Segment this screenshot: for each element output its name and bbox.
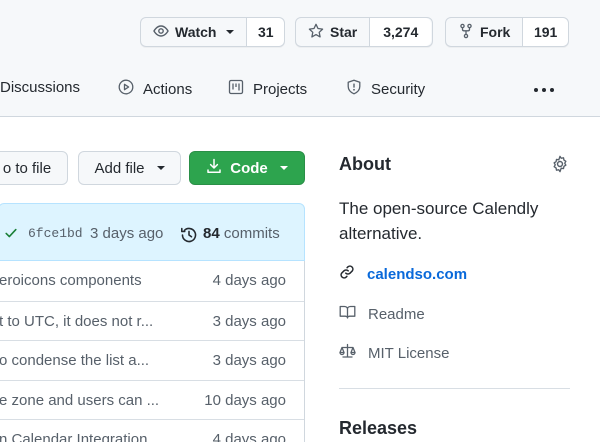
commit-time: 4 days ago bbox=[212, 431, 286, 442]
chevron-down-icon bbox=[226, 30, 235, 34]
table-row: e zone and users can ... 10 days ago bbox=[0, 379, 304, 420]
commit-message[interactable]: e zone and users can ... bbox=[0, 392, 179, 409]
history-icon bbox=[180, 226, 198, 249]
tab-label: Projects bbox=[253, 80, 308, 98]
commit-message[interactable]: o condense the list a... bbox=[0, 352, 179, 369]
table-row: eroicons components 4 days ago bbox=[0, 261, 304, 301]
download-icon bbox=[206, 158, 222, 178]
play-icon bbox=[118, 79, 134, 99]
star-button[interactable]: Star 3,274 bbox=[295, 17, 433, 47]
project-icon bbox=[228, 79, 244, 99]
tab-actions[interactable]: Actions bbox=[118, 79, 192, 99]
shield-icon bbox=[346, 79, 362, 99]
tab-projects[interactable]: Projects bbox=[228, 79, 307, 99]
star-icon bbox=[308, 23, 324, 42]
table-row: n Calendar Integration 4 days ago bbox=[0, 419, 304, 442]
license-label: MIT License bbox=[368, 344, 450, 362]
watch-toggle[interactable]: Watch bbox=[141, 18, 248, 46]
commit-time: 10 days ago bbox=[204, 391, 286, 409]
commit-message[interactable]: n Calendar Integration bbox=[0, 431, 179, 442]
tab-discussions[interactable]: Discussions bbox=[0, 79, 80, 96]
commit-message[interactable]: t to UTC, it does not r... bbox=[0, 313, 179, 330]
tab-label: Security bbox=[371, 80, 426, 98]
watch-button[interactable]: Watch 31 bbox=[140, 17, 285, 47]
tab-security[interactable]: Security bbox=[346, 79, 425, 99]
more-horizontal-icon[interactable] bbox=[534, 88, 554, 92]
gear-icon[interactable] bbox=[551, 155, 569, 178]
star-toggle[interactable]: Star bbox=[296, 18, 371, 46]
commit-time: 3 days ago bbox=[212, 352, 286, 369]
code-label: Code bbox=[230, 159, 268, 177]
commit-time: 4 days ago bbox=[212, 272, 286, 289]
law-icon bbox=[339, 343, 356, 363]
commit-count: 84 bbox=[203, 225, 220, 242]
commits-link[interactable]: 84 commits bbox=[203, 225, 280, 242]
code-button[interactable]: Code bbox=[189, 151, 305, 185]
fork-count[interactable]: 191 bbox=[523, 18, 568, 46]
go-to-file-label: o to file bbox=[2, 159, 52, 177]
chevron-down-icon bbox=[156, 166, 165, 170]
table-row: o condense the list a... 3 days ago bbox=[0, 340, 304, 380]
releases-heading[interactable]: Releases bbox=[339, 418, 417, 439]
table-row: t to UTC, it does not r... 3 days ago bbox=[0, 300, 304, 341]
readme-label: Readme bbox=[368, 305, 425, 323]
chevron-down-icon bbox=[279, 166, 288, 170]
homepage-link[interactable]: calendso.com bbox=[339, 264, 467, 284]
star-count[interactable]: 3,274 bbox=[370, 18, 432, 46]
fork-icon bbox=[458, 23, 474, 42]
star-label: Star bbox=[330, 24, 358, 40]
book-icon bbox=[339, 304, 356, 324]
check-icon bbox=[4, 226, 18, 245]
commit-message[interactable]: eroicons components bbox=[0, 272, 179, 289]
file-list: eroicons components 4 days ago t to UTC,… bbox=[0, 261, 305, 442]
add-file-button[interactable]: Add file bbox=[78, 151, 181, 185]
license-link[interactable]: MIT License bbox=[339, 343, 449, 363]
commit-sha[interactable]: 6fce1bd bbox=[28, 226, 83, 241]
about-heading: About bbox=[339, 154, 391, 174]
fork-label: Fork bbox=[480, 24, 511, 40]
repo-description: The open-source Calendly alternative. bbox=[339, 199, 539, 243]
go-to-file-button[interactable]: o to file bbox=[0, 151, 68, 185]
add-file-label: Add file bbox=[94, 159, 145, 177]
commits-label: commits bbox=[223, 225, 280, 242]
tab-label: Discussions bbox=[0, 79, 81, 96]
link-icon bbox=[339, 264, 355, 284]
commit-age[interactable]: 3 days ago bbox=[90, 225, 163, 242]
readme-link[interactable]: Readme bbox=[339, 304, 425, 324]
fork-button[interactable]: Fork 191 bbox=[445, 17, 569, 47]
homepage-url[interactable]: calendso.com bbox=[367, 266, 467, 283]
tab-label: Actions bbox=[143, 80, 193, 98]
fork-toggle[interactable]: Fork bbox=[446, 18, 524, 46]
commit-time: 3 days ago bbox=[212, 312, 286, 330]
watch-label: Watch bbox=[175, 24, 217, 40]
divider bbox=[339, 388, 570, 389]
eye-icon bbox=[153, 23, 169, 42]
watch-count[interactable]: 31 bbox=[247, 18, 284, 46]
latest-commit-bar: 6fce1bd 3 days ago 84 commits bbox=[0, 203, 305, 261]
